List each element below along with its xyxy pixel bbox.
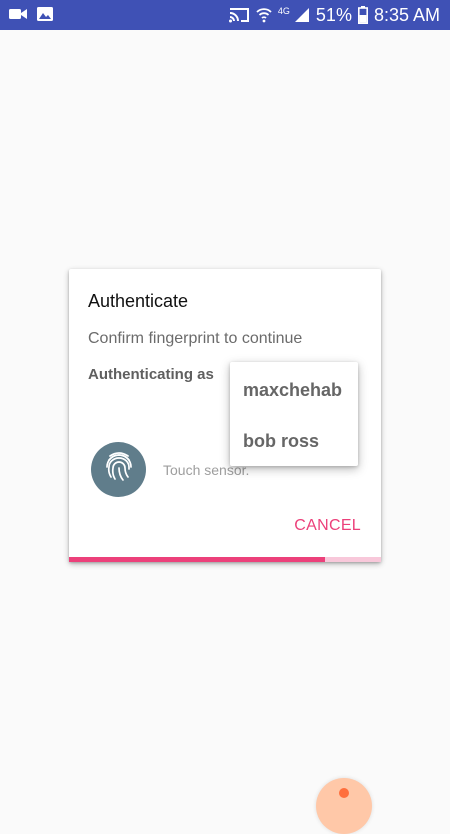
auth-progress-fill bbox=[69, 557, 325, 562]
clock-time: 8:35 AM bbox=[373, 4, 440, 25]
signal-icon bbox=[294, 7, 310, 23]
fingerprint-badge bbox=[91, 442, 146, 497]
system-status: 4G 51% 8:35 AM bbox=[228, 0, 440, 30]
network-type-label: 4G bbox=[277, 6, 290, 16]
video-camera-icon bbox=[8, 6, 28, 27]
image-icon bbox=[36, 6, 54, 27]
fab-indicator-dot bbox=[339, 788, 349, 798]
status-bar: 4G 51% 8:35 AM bbox=[0, 0, 450, 30]
dialog-title: Authenticate bbox=[88, 291, 189, 311]
menu-item-bob-ross[interactable]: bob ross bbox=[243, 431, 319, 452]
authenticating-as-label: Authenticating as bbox=[88, 366, 214, 383]
cast-icon bbox=[228, 6, 250, 24]
battery-icon bbox=[357, 6, 368, 24]
dialog-subtitle: Confirm fingerprint to continue bbox=[88, 330, 303, 347]
auth-progress-bar bbox=[69, 557, 381, 562]
floating-action-button[interactable] bbox=[316, 778, 372, 834]
wifi-icon bbox=[256, 7, 272, 23]
menu-item-maxchehab[interactable]: maxchehab bbox=[243, 380, 342, 401]
cancel-button[interactable]: CANCEL bbox=[294, 517, 361, 535]
fingerprint-icon bbox=[104, 451, 134, 488]
battery-percent: 51% bbox=[315, 4, 352, 25]
account-dropdown-menu: maxchehab bob ross bbox=[230, 362, 358, 466]
notification-icons bbox=[8, 6, 54, 27]
